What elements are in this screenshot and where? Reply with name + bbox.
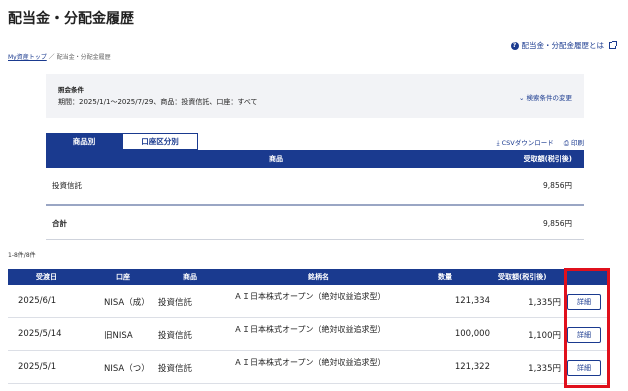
row-fund-name: ＡＩ日本株式オープン（絶対収益追求型） [234, 325, 386, 334]
table-row: 2025/5/1 NISA（つ） 投資信託 ＡＩ日本株式オープン（絶対収益追求型… [8, 352, 609, 384]
row-amount: 1,335円 [528, 364, 561, 374]
row-product: 投資信託 [158, 331, 193, 341]
summary-header-product: 商品 [269, 155, 283, 163]
row-qty: 100,000 [454, 329, 490, 339]
row-account: 旧NISA [104, 331, 133, 341]
result-count: 1-8件/8件 [8, 252, 36, 259]
question-icon: ? [510, 41, 519, 50]
conditions-value: 期間：2025/1/1〜2025/7/29、商品：投資信託、口座：すべて [58, 98, 258, 106]
row-product: 投資信託 [158, 298, 193, 308]
search-conditions-panel: 照会条件 期間：2025/1/1〜2025/7/29、商品：投資信託、口座：すべ… [46, 74, 584, 118]
summary-amount: 9,856円 [543, 181, 572, 190]
breadcrumb-home-link[interactable]: My資産トップ [8, 54, 47, 61]
summary-bottom-line [46, 239, 584, 240]
breadcrumb-current: 配当金・分配金履歴 [56, 54, 111, 61]
row-date: 2025/5/1 [18, 362, 57, 372]
row-fund-name: ＡＩ日本株式オープン（絶対収益追求型） [234, 358, 386, 367]
row-account: NISA（つ） [104, 364, 150, 374]
table-row: 2025/6/1 NISA（成） 投資信託 ＡＩ日本株式オープン（絶対収益追求型… [8, 286, 609, 318]
detail-table-header: 受渡日 口座 商品 銘柄名 数量 受取額(税引後) [8, 269, 609, 285]
header-date: 受渡日 [36, 273, 57, 281]
help-link-label: 配当金・分配金履歴とは [521, 41, 605, 50]
summary-total-row: 合計 9,856円 [46, 206, 584, 240]
summary-row: 投資信託 9,856円 [46, 168, 584, 202]
row-qty: 121,334 [454, 296, 490, 306]
summary-total-amount: 9,856円 [543, 219, 572, 228]
summary-total-label: 合計 [52, 219, 67, 228]
header-product: 商品 [183, 273, 197, 281]
tab-by-account-type[interactable]: 口座区分別 [122, 133, 198, 150]
row-amount: 1,100円 [528, 331, 561, 341]
header-fund: 銘柄名 [308, 273, 329, 281]
csv-download-link[interactable]: ⤓ CSVダウンロード [497, 137, 554, 148]
row-product: 投資信託 [158, 364, 193, 374]
header-amount: 受取額(税引後) [498, 273, 547, 281]
summary-header-amount: 受取額(税引後) [523, 155, 572, 163]
table-actions: ⤓ CSVダウンロード ⎙ 印刷 [497, 137, 584, 148]
conditions-heading: 照会条件 [58, 86, 84, 94]
help-link[interactable]: ? 配当金・分配金履歴とは [510, 40, 617, 51]
row-amount: 1,335円 [528, 298, 561, 308]
row-account: NISA（成） [104, 298, 150, 308]
table-row: 2025/5/14 旧NISA 投資信託 ＡＩ日本株式オープン（絶対収益追求型）… [8, 319, 609, 351]
header-account: 口座 [116, 273, 130, 281]
header-qty: 数量 [438, 273, 452, 281]
row-fund-name: ＡＩ日本株式オープン（絶対収益追求型） [234, 292, 386, 301]
page-title: 配当金・分配金履歴 [8, 11, 134, 27]
row-qty: 121,322 [454, 362, 490, 372]
row-date: 2025/5/14 [18, 329, 62, 339]
tab-by-product[interactable]: 商品別 [46, 133, 122, 150]
row-date: 2025/6/1 [18, 296, 57, 306]
highlight-box [564, 268, 610, 388]
breadcrumb: My資産トップ ／ 配当金・分配金履歴 [8, 52, 111, 61]
external-link-icon [609, 41, 617, 49]
breadcrumb-separator: ／ [48, 54, 55, 61]
print-link[interactable]: ⎙ 印刷 [564, 137, 584, 148]
change-conditions-link[interactable]: ⌄ 検索条件の変更 [519, 92, 572, 102]
summary-table-header: 商品 受取額(税引後) [46, 150, 584, 168]
summary-product: 投資信託 [52, 181, 82, 190]
